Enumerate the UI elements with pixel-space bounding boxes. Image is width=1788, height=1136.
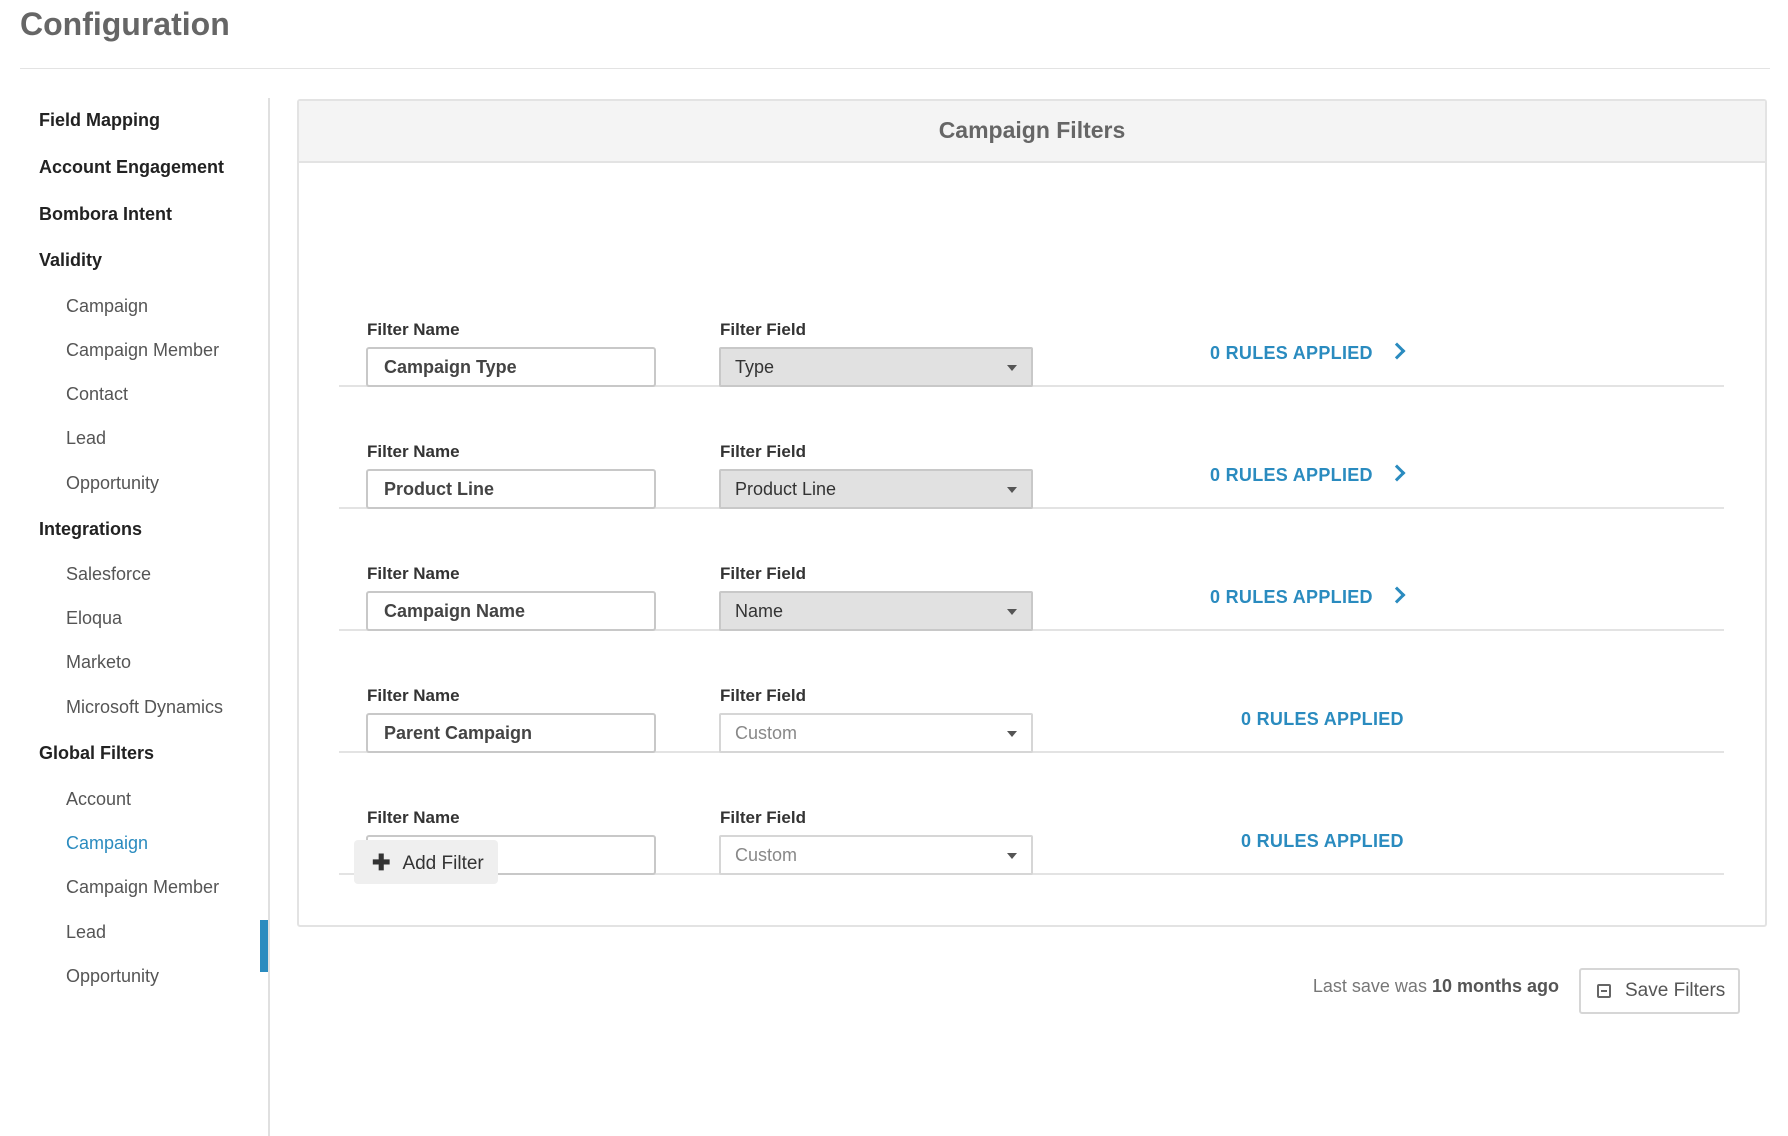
sidebar-item-global-opportunity[interactable]: Opportunity [66,966,159,987]
save-filters-button[interactable]: Save Filters [1579,968,1740,1014]
filter-field-value: Type [735,357,775,377]
rules-applied-text: 0 RULES APPLIED [1210,343,1373,363]
rules-applied-label: 0 RULES APPLIED [1241,831,1404,851]
caret-down-icon [1007,365,1017,371]
add-filter-button[interactable]: ✚ Add Filter [354,840,498,884]
chevron-right-icon [1388,586,1406,604]
sidebar-section-global-filters[interactable]: Global Filters [39,743,154,764]
sidebar-item-marketo[interactable]: Marketo [66,652,131,673]
sidebar-section-integrations[interactable]: Integrations [39,519,142,540]
rules-applied-text: 0 RULES APPLIED [1210,465,1373,485]
chevron-right-icon [1388,464,1406,482]
rules-applied-link[interactable]: 0 RULES APPLIED [1210,586,1406,608]
plus-icon: ✚ [372,850,391,875]
filter-field-select[interactable]: Product Line [719,469,1033,509]
filter-name-input[interactable] [366,713,656,753]
page-title: Configuration [20,6,230,42]
caret-down-icon [1007,853,1017,859]
caret-down-icon [1007,731,1017,737]
campaign-filters-panel: Campaign Filters Filter Name Filter Fiel… [297,99,1767,927]
filter-row: Filter Name Filter Field Name 0 RULES AP… [339,507,1724,631]
filter-field-select[interactable]: Custom [719,713,1033,753]
sidebar: Field Mapping Account Engagement Bombora… [0,98,270,1136]
filter-row: Filter Name Filter Field Type 0 RULES AP… [339,263,1724,387]
filter-name-input[interactable] [366,591,656,631]
caret-down-icon [1007,609,1017,615]
sidebar-item-validity-contact[interactable]: Contact [66,384,128,405]
caret-down-icon [1007,487,1017,493]
filter-field-value: Product Line [735,479,837,499]
sidebar-item-validity-lead[interactable]: Lead [66,428,106,449]
sidebar-item-validity-opportunity[interactable]: Opportunity [66,473,159,494]
sidebar-item-validity-campaign[interactable]: Campaign [66,296,148,317]
sidebar-item-account-engagement[interactable]: Account Engagement [39,157,224,178]
filter-field-select[interactable]: Custom [719,835,1033,875]
sidebar-item-global-campaign-member[interactable]: Campaign Member [66,877,219,898]
filter-row: Filter Name Filter Field Custom 0 RULES … [339,751,1724,875]
filter-field-label: Filter Field [720,320,806,339]
sidebar-item-bombora-intent[interactable]: Bombora Intent [39,204,172,225]
chevron-right-icon [1388,342,1406,360]
save-icon [1597,984,1611,998]
filter-field-label: Filter Field [720,442,806,461]
rules-applied-text: 0 RULES APPLIED [1210,587,1373,607]
sidebar-item-global-campaign[interactable]: Campaign [66,833,148,854]
rules-applied-link[interactable]: 0 RULES APPLIED [1210,342,1406,364]
last-save-prefix: Last save was [1312,976,1427,996]
add-filter-label: Add Filter [402,853,484,874]
sidebar-item-validity-campaign-member[interactable]: Campaign Member [66,340,219,361]
filter-field-label: Filter Field [720,808,806,827]
save-filters-label: Save Filters [1625,980,1726,1001]
filter-name-label: Filter Name [367,564,460,583]
last-save-status: Last save was 10 months ago [1313,976,1559,997]
filter-field-value: Name [735,601,784,621]
panel-title: Campaign Filters [299,101,1765,163]
filter-field-select[interactable]: Type [719,347,1033,387]
filter-name-label: Filter Name [367,686,460,705]
filter-row: Filter Name Filter Field Custom 0 RULES … [339,629,1724,753]
filter-field-select[interactable]: Name [719,591,1033,631]
filter-field-label: Filter Field [720,564,806,583]
filter-name-label: Filter Name [367,320,460,339]
filter-name-input[interactable] [366,347,656,387]
title-divider [20,68,1770,69]
filter-field-value: Custom [735,723,798,743]
rules-applied-link[interactable]: 0 RULES APPLIED [1210,464,1406,486]
sidebar-item-microsoft-dynamics[interactable]: Microsoft Dynamics [66,697,223,718]
filter-name-label: Filter Name [367,808,460,827]
sidebar-item-field-mapping[interactable]: Field Mapping [39,110,160,131]
filter-row: Filter Name Filter Field Product Line 0 … [339,385,1724,509]
active-nav-indicator [260,920,268,972]
sidebar-item-eloqua[interactable]: Eloqua [66,608,122,629]
filter-name-label: Filter Name [367,442,460,461]
last-save-time: 10 months ago [1431,976,1559,996]
filter-name-input[interactable] [366,469,656,509]
filter-field-label: Filter Field [720,686,806,705]
sidebar-item-global-account[interactable]: Account [66,789,131,810]
sidebar-item-global-lead[interactable]: Lead [66,922,106,943]
sidebar-item-salesforce[interactable]: Salesforce [66,564,151,585]
rules-applied-label: 0 RULES APPLIED [1241,709,1404,729]
filter-field-value: Custom [735,845,798,865]
sidebar-section-validity[interactable]: Validity [39,250,102,271]
